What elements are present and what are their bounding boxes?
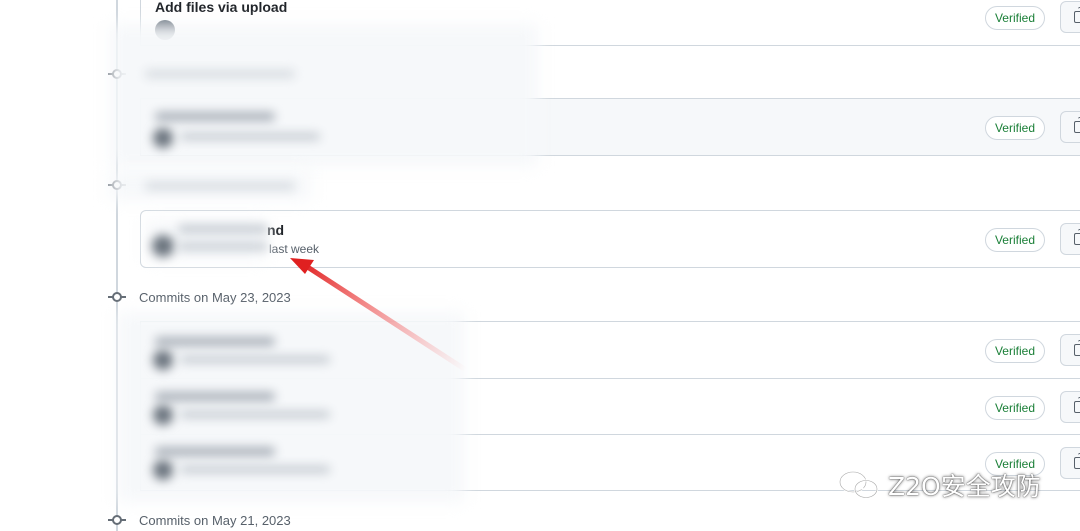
commit-list: nd last week Verified (140, 210, 1080, 268)
commit-group-header: Commits on May 23, 2023 (108, 287, 291, 307)
copy-sha-button[interactable] (1060, 334, 1080, 366)
privacy-blur (180, 356, 330, 363)
privacy-blur (153, 405, 173, 425)
git-commit-icon (108, 511, 126, 529)
copy-sha-button[interactable] (1060, 1, 1080, 33)
copy-icon (1074, 117, 1080, 133)
commit-row[interactable]: nd last week Verified (141, 211, 1080, 267)
privacy-blur (180, 133, 320, 140)
privacy-blur (145, 70, 295, 78)
privacy-blur (155, 447, 275, 456)
verified-badge[interactable]: Verified (984, 6, 1045, 30)
verified-badge[interactable]: Verified (984, 116, 1045, 140)
privacy-blur (153, 350, 173, 370)
copy-sha-button[interactable] (1060, 447, 1080, 479)
watermark-text: Z2O安全攻防 (888, 472, 1041, 501)
commit-group-date: Commits on May 23, 2023 (139, 289, 291, 305)
privacy-blur (153, 128, 173, 148)
copy-sha-button[interactable] (1060, 223, 1080, 255)
copy-icon (1074, 229, 1080, 245)
privacy-blur (155, 337, 275, 346)
commit-title[interactable]: nd (267, 222, 284, 238)
verified-badge[interactable]: Verified (984, 228, 1045, 252)
privacy-blur (152, 235, 174, 257)
watermark: Z2O安全攻防 (838, 467, 1041, 503)
privacy-blur (155, 392, 275, 401)
wechat-icon (839, 471, 878, 499)
privacy-blur (180, 466, 330, 473)
privacy-blur (155, 112, 275, 121)
copy-icon (1074, 340, 1080, 356)
copy-sha-button[interactable] (1060, 391, 1080, 423)
copy-icon (1074, 397, 1080, 413)
commit-title[interactable]: Add files via upload (155, 0, 287, 15)
git-commit-icon (108, 288, 126, 306)
copy-icon (1074, 453, 1080, 469)
copy-sha-button[interactable] (1060, 111, 1080, 143)
commit-group-date: Commits on May 21, 2023 (139, 512, 291, 528)
commit-meta-text: last week (269, 242, 320, 256)
privacy-blur (145, 182, 295, 190)
privacy-blur (110, 24, 538, 166)
privacy-blur (153, 460, 173, 480)
verified-badge[interactable]: Verified (984, 396, 1045, 420)
privacy-blur (178, 225, 268, 233)
copy-icon (1074, 7, 1080, 23)
privacy-blur (178, 243, 268, 250)
verified-badge[interactable]: Verified (984, 339, 1045, 363)
commit-meta: last week (269, 242, 319, 256)
commit-group-header: Commits on May 21, 2023 (108, 510, 291, 530)
privacy-blur (180, 411, 330, 418)
